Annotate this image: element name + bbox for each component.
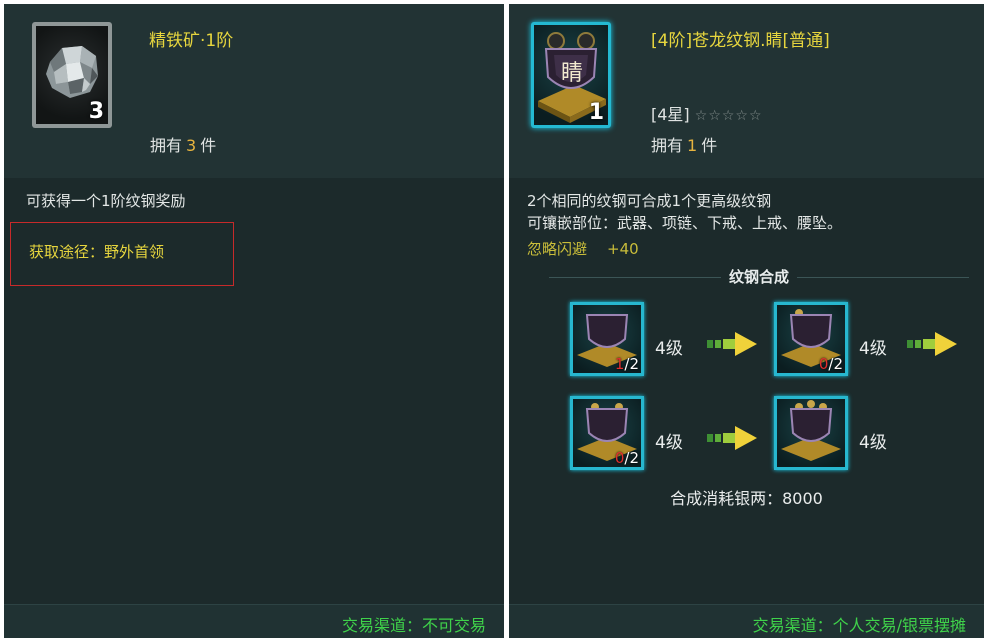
synthesis-cost: 合成消耗银两：8000	[670, 489, 823, 508]
need-count: /2	[624, 355, 639, 373]
emblem-char: 睛	[561, 61, 584, 86]
right-tooltip-footer: 交易渠道：个人交易/银票摆摊	[509, 604, 984, 638]
synthesis-arrow-icon	[907, 332, 957, 356]
have-count: 0	[818, 355, 829, 373]
item-name: [4阶]苍龙纹钢.睛[普通]	[651, 31, 830, 51]
level-label: 4级	[655, 339, 683, 359]
bonus-value: +40	[607, 240, 639, 258]
attribute-bonus: 忽略闪避 +40	[527, 238, 639, 259]
star-rating: [4星] ☆☆☆☆☆	[651, 101, 763, 125]
right-item-tooltip: 睛 1 [4阶]苍龙纹钢.睛[普通] [4星] ☆☆☆☆☆ 拥有 1 件 2个相同的…	[509, 4, 984, 638]
divider	[549, 277, 739, 278]
owned-count: 拥有 3 件	[150, 132, 216, 156]
have-count: 1	[614, 355, 625, 373]
synth-slot-source[interactable]: 1/2	[570, 302, 644, 376]
left-item-tooltip: 3 精铁矿·1阶 拥有 3 件 可获得一个1阶纹钢奖励 获取途径：野外首领 交易渠道…	[4, 4, 504, 638]
level-label: 4级	[655, 433, 683, 453]
synthesis-title: 纹钢合成	[720, 268, 797, 286]
right-tooltip-header: 睛 1 [4阶]苍龙纹钢.睛[普通] [4星] ☆☆☆☆☆ 拥有 1 件	[509, 4, 984, 178]
own-suffix: 件	[701, 136, 718, 155]
synthesis-arrow-icon	[707, 426, 757, 450]
own-prefix: 拥有	[150, 136, 183, 155]
synth-rule-text: 2个相同的纹钢可合成1个更高级纹钢	[527, 192, 772, 210]
stack-count: 1	[588, 100, 604, 125]
route-highlight-box: 获取途径：野外首领	[10, 222, 234, 286]
dragon-steel-slot[interactable]: 睛 1	[531, 22, 611, 128]
synthesis-arrow-icon	[707, 332, 757, 356]
dragon-steel-icon	[781, 400, 841, 461]
need-count: /2	[828, 355, 843, 373]
star-icon: ☆☆☆☆☆	[694, 108, 763, 124]
need-count: /2	[624, 449, 639, 467]
progress-count: 0/2	[819, 355, 843, 373]
inlay-slots-text: 可镶嵌部位：武器、项链、下戒、上戒、腰坠。	[527, 214, 843, 232]
level-label: 4级	[859, 339, 887, 359]
left-tooltip-footer: 交易渠道：不可交易	[4, 604, 504, 638]
own-number: 3	[186, 136, 197, 155]
own-prefix: 拥有	[651, 136, 684, 155]
stack-count: 3	[88, 99, 104, 124]
synthesis-header: 纹钢合成	[549, 262, 969, 292]
trade-channel: 交易渠道：个人交易/银票摆摊	[752, 616, 966, 635]
bonus-label: 忽略闪避	[527, 240, 588, 258]
divider	[779, 277, 969, 278]
have-count: 0	[614, 449, 625, 467]
star-tag: [4星]	[651, 105, 690, 124]
acquisition-route: 获取途径：野外首领	[29, 243, 165, 261]
item-name: 精铁矿·1阶	[149, 31, 234, 51]
own-number: 1	[687, 136, 698, 155]
progress-count: 0/2	[615, 449, 639, 467]
synth-slot-target[interactable]	[774, 396, 848, 470]
synth-slot-target[interactable]: 0/2	[774, 302, 848, 376]
trade-channel: 交易渠道：不可交易	[341, 616, 486, 635]
iron-ore-slot[interactable]: 3	[32, 22, 112, 128]
progress-count: 1/2	[615, 355, 639, 373]
synth-slot-source[interactable]: 0/2	[570, 396, 644, 470]
item-description: 可获得一个1阶纹钢奖励	[26, 192, 186, 210]
owned-count: 拥有 1 件	[651, 132, 717, 156]
left-tooltip-header: 3 精铁矿·1阶 拥有 3 件	[4, 4, 504, 178]
level-label: 4级	[859, 433, 887, 453]
own-suffix: 件	[200, 136, 217, 155]
